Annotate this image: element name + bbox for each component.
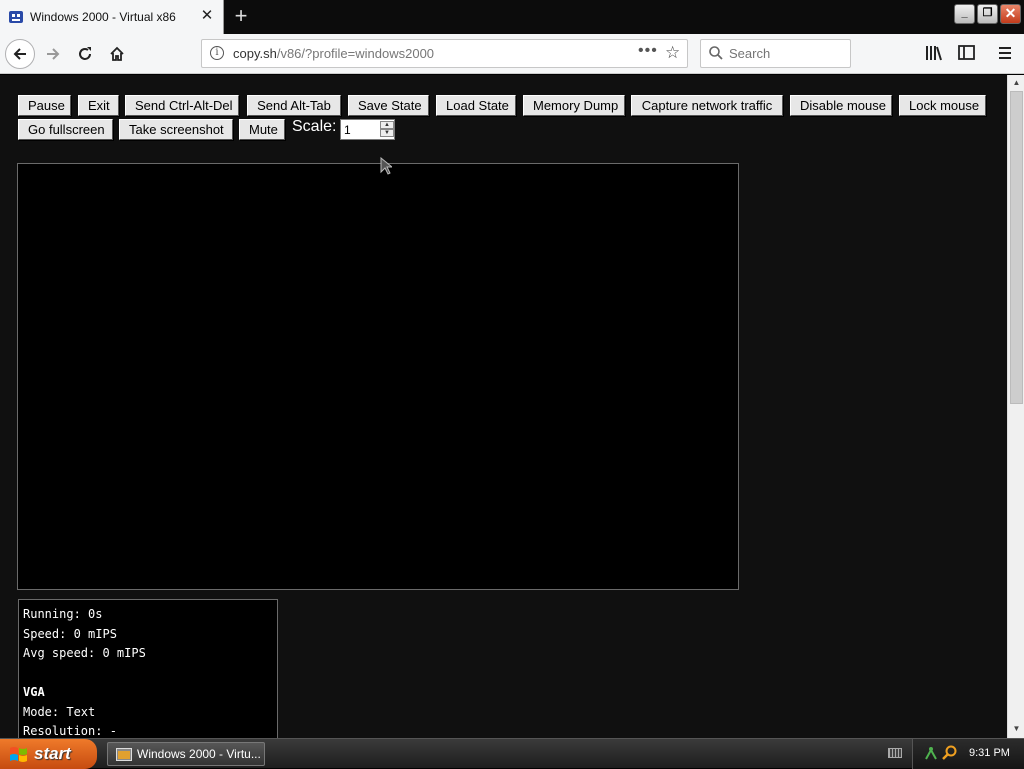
stat-vga-resolution: Resolution: -: [23, 724, 117, 738]
back-button[interactable]: [5, 39, 35, 69]
hamburger-menu-icon: [999, 47, 1011, 59]
search-box[interactable]: [700, 39, 851, 68]
scroll-down-icon[interactable]: ▼: [1010, 722, 1023, 736]
home-button[interactable]: [102, 39, 132, 69]
spin-down-icon[interactable]: ▼: [380, 129, 394, 137]
url-bar[interactable]: i copy.sh/v86/?profile=windows2000 ••• ☆: [201, 39, 688, 68]
start-button[interactable]: start: [0, 739, 97, 769]
site-info-icon[interactable]: i: [210, 46, 224, 60]
mute-button[interactable]: Mute: [239, 119, 285, 140]
tab-close-icon[interactable]: ✕: [199, 8, 215, 24]
reload-button[interactable]: [70, 39, 100, 69]
new-tab-button[interactable]: +: [230, 5, 252, 27]
taskbar: start Windows 2000 - Virtu... 9:31 PM: [0, 738, 1024, 769]
runtime-stats-panel: Running: 0s Speed: 0 mIPS Avg speed: 0 m…: [18, 599, 278, 738]
scroll-thumb[interactable]: [1010, 91, 1023, 404]
tab-windows-2000[interactable]: Windows 2000 - Virtual x86 ✕: [0, 0, 224, 34]
windows-logo-icon: [10, 747, 27, 762]
exit-button[interactable]: Exit: [78, 95, 119, 116]
page-scrollbar[interactable]: ▲ ▼: [1007, 75, 1024, 738]
search-input[interactable]: [729, 45, 844, 62]
sidebar-button[interactable]: [952, 39, 980, 67]
send-alt-tab-button[interactable]: Send Alt-Tab: [247, 95, 341, 116]
taskbar-clock[interactable]: 9:31 PM: [969, 747, 1010, 759]
system-tray: 9:31 PM: [912, 739, 1024, 769]
spin-up-icon[interactable]: ▲: [380, 121, 394, 129]
search-icon: [709, 46, 723, 60]
bookmark-star-icon[interactable]: ☆: [665, 43, 680, 63]
tab-title: Windows 2000 - Virtual x86: [30, 10, 176, 24]
stat-speed: Speed: 0 mIPS: [23, 626, 117, 641]
start-label: start: [34, 744, 71, 763]
load-state-button[interactable]: Load State: [436, 95, 516, 116]
lock-mouse-button[interactable]: Lock mouse: [899, 95, 986, 116]
network-tray-icon[interactable]: [923, 745, 939, 761]
library-icon: [926, 46, 942, 61]
scale-input[interactable]: [344, 122, 380, 137]
scale-spinner[interactable]: ▲ ▼: [380, 121, 394, 138]
disable-mouse-button[interactable]: Disable mouse: [790, 95, 892, 116]
mouse-cursor-icon: [380, 157, 392, 175]
window-restore-button[interactable]: ❐: [977, 4, 998, 24]
save-state-button[interactable]: Save State: [348, 95, 429, 116]
firefox-window-icon: [116, 748, 132, 761]
url-path: /v86/?profile=windows2000: [276, 46, 435, 61]
forward-button[interactable]: [38, 39, 68, 69]
take-screenshot-button[interactable]: Take screenshot: [119, 119, 233, 140]
stats-spacer: [23, 664, 273, 684]
send-ctrl-alt-del-button[interactable]: Send Ctrl-Alt-Del: [125, 95, 239, 116]
stat-running: Running: 0s: [23, 607, 103, 621]
go-fullscreen-button[interactable]: Go fullscreen: [18, 119, 113, 140]
page-actions-icon[interactable]: •••: [638, 42, 658, 60]
back-arrow-icon: [13, 48, 26, 60]
sidebar-icon: [957, 45, 975, 60]
v86-favicon-icon: [9, 11, 23, 23]
capture-network-traffic-button[interactable]: Capture network traffic: [631, 95, 783, 116]
page-content: Pause Exit Send Ctrl-Alt-Del Send Alt-Ta…: [0, 75, 1007, 738]
home-icon: [110, 46, 124, 61]
scale-stepper[interactable]: ▲ ▼: [340, 119, 395, 140]
navigation-bar: i copy.sh/v86/?profile=windows2000 ••• ☆: [0, 34, 1024, 74]
keyboard-icon[interactable]: [888, 748, 902, 758]
taskbar-item-windows-2000[interactable]: Windows 2000 - Virtu...: [107, 742, 265, 766]
url-host: copy.sh: [233, 46, 277, 61]
taskbar-item-label: Windows 2000 - Virtu...: [137, 747, 261, 761]
emulator-screen[interactable]: [17, 163, 739, 590]
reload-icon: [79, 47, 91, 60]
menu-button[interactable]: [991, 39, 1019, 67]
scroll-up-icon[interactable]: ▲: [1010, 76, 1023, 90]
stat-avg-speed: Avg speed: 0 mIPS: [23, 646, 146, 660]
tab-bar: Windows 2000 - Virtual x86 ✕ + _ ❐ ✕: [0, 0, 1024, 34]
vga-heading: VGA: [23, 685, 45, 699]
forward-arrow-icon: [47, 48, 60, 60]
scale-label: Scale:: [292, 118, 337, 135]
stat-vga-mode: Mode: Text: [23, 704, 96, 719]
library-button[interactable]: [920, 39, 948, 67]
url-text[interactable]: copy.sh/v86/?profile=windows2000: [233, 46, 434, 61]
search-tray-icon[interactable]: [942, 745, 958, 761]
window-minimize-button[interactable]: _: [954, 4, 975, 24]
memory-dump-button[interactable]: Memory Dump: [523, 95, 625, 116]
pause-button[interactable]: Pause: [18, 95, 71, 116]
window-close-button[interactable]: ✕: [1000, 4, 1021, 24]
